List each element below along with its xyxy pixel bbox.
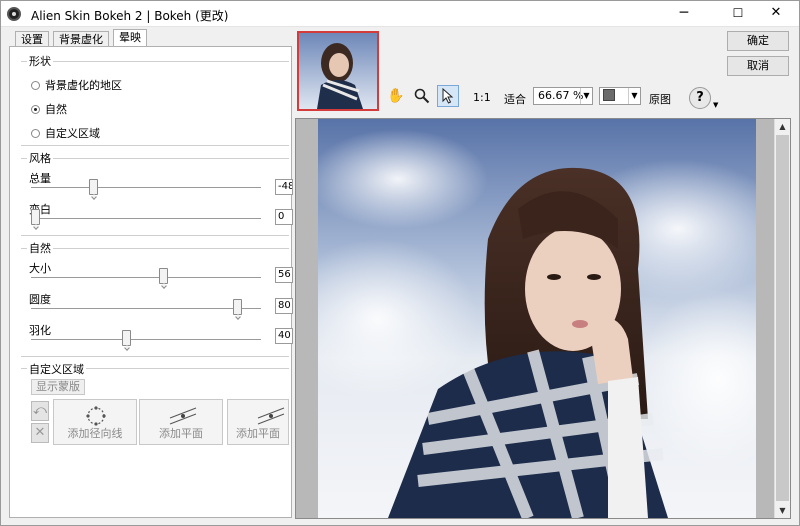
feather-track[interactable]	[31, 339, 261, 341]
title-bar: Alien Skin Bokeh 2 | Bokeh (更改) ─ ☐ ✕	[1, 1, 799, 27]
amount-label: 总量	[29, 172, 51, 185]
radio-dot	[31, 81, 40, 90]
whiten-value[interactable]: 0	[275, 209, 293, 225]
roundness-value[interactable]: 80	[275, 298, 293, 314]
show-mask-button[interactable]: 显示蒙版	[31, 379, 85, 395]
radio-label: 自然	[45, 103, 67, 116]
zoom-value: 66.67 %	[538, 89, 584, 102]
scroll-thumb[interactable]	[776, 135, 789, 501]
amount-value[interactable]: -48	[275, 179, 293, 195]
chevron-down-icon: ▼	[628, 88, 640, 104]
original-image-button[interactable]: 原图	[649, 91, 671, 107]
background-color-select[interactable]: ▼	[599, 87, 641, 105]
ratio-1-1-button[interactable]: 1:1	[473, 91, 491, 104]
size-slider-thumb[interactable]	[159, 268, 168, 284]
section-divider	[21, 145, 289, 146]
amount-track[interactable]	[31, 187, 261, 189]
ok-button[interactable]: 确定	[727, 31, 789, 51]
whiten-track[interactable]	[31, 218, 261, 220]
help-icon[interactable]: ?	[689, 87, 711, 109]
custom-group-label: 自定义区域	[27, 361, 86, 377]
zoom-select[interactable]: 66.67 % ▼	[533, 87, 593, 105]
shape-group-label: 形状	[27, 53, 53, 69]
feather-value[interactable]: 40	[275, 328, 293, 344]
add-plane-label: 添加平面	[159, 427, 203, 440]
size-label: 大小	[29, 262, 51, 275]
scroll-down-icon[interactable]: ▼	[775, 503, 790, 518]
feather-slider-thumb[interactable]	[122, 330, 131, 346]
roundness-label: 圆度	[29, 293, 51, 306]
undo-icon[interactable]: ⤺	[31, 401, 49, 421]
delete-icon[interactable]: ✕	[31, 423, 49, 443]
photo-preview	[318, 119, 756, 518]
add-plane-label: 添加平面	[236, 427, 280, 440]
radio-dot	[31, 129, 40, 138]
tab-settings[interactable]: 设置	[15, 31, 49, 47]
thumbnail-photo	[299, 33, 377, 109]
radio-bokeh-area[interactable]: 背景虚化的地区	[31, 77, 122, 93]
fit-button[interactable]: 适合	[504, 91, 526, 107]
zoom-tool-icon[interactable]	[411, 85, 433, 107]
natural-divider	[21, 248, 289, 249]
radio-label: 背景虚化的地区	[45, 79, 122, 92]
radio-label: 自定义区域	[45, 127, 100, 140]
bokeh-photo	[318, 119, 756, 518]
pointer-tool-icon[interactable]	[437, 85, 459, 107]
color-swatch	[603, 89, 615, 101]
chevron-down-icon: ▼	[580, 88, 592, 104]
scroll-up-icon[interactable]: ▲	[775, 119, 790, 134]
section-divider	[21, 235, 289, 236]
amount-slider-thumb[interactable]	[89, 179, 98, 195]
radio-natural[interactable]: 自然	[31, 101, 67, 117]
window-title: Alien Skin Bokeh 2 | Bokeh (更改)	[31, 9, 229, 23]
add-plane-button[interactable]: 添加平面	[139, 399, 223, 445]
style-divider	[21, 158, 289, 159]
tab-bokeh[interactable]: 背景虚化	[53, 31, 109, 47]
app-logo-icon	[7, 7, 21, 21]
minimize-button[interactable]: ─	[661, 1, 707, 27]
whiten-slider-thumb[interactable]	[31, 209, 40, 225]
add-radial-button[interactable]: 添加径向线	[53, 399, 137, 445]
hand-tool-icon[interactable]: ✋	[385, 85, 407, 107]
roundness-track[interactable]	[31, 308, 261, 310]
radio-custom-area[interactable]: 自定义区域	[31, 125, 100, 141]
shape-divider	[21, 61, 289, 62]
close-button[interactable]: ✕	[753, 1, 799, 27]
style-group-label: 风格	[27, 150, 53, 166]
preview-thumbnail[interactable]	[297, 31, 379, 111]
vertical-scrollbar[interactable]: ▲ ▼	[774, 119, 790, 518]
feather-label: 羽化	[29, 324, 51, 337]
size-track[interactable]	[31, 277, 261, 279]
image-canvas[interactable]: ▲ ▼	[295, 118, 791, 519]
add-radial-label: 添加径向线	[67, 427, 123, 440]
cancel-button[interactable]: 取消	[727, 56, 789, 76]
app-window: Alien Skin Bokeh 2 | Bokeh (更改) ─ ☐ ✕ 设置…	[0, 0, 800, 526]
section-divider	[21, 356, 289, 357]
add-plane-button-2[interactable]: 添加平面	[227, 399, 289, 445]
roundness-slider-thumb[interactable]	[233, 299, 242, 315]
radio-dot	[31, 105, 40, 114]
size-value[interactable]: 56	[275, 267, 293, 283]
help-chevron-down-icon[interactable]: ▼	[713, 101, 718, 109]
natural-group-label: 自然	[27, 240, 53, 256]
